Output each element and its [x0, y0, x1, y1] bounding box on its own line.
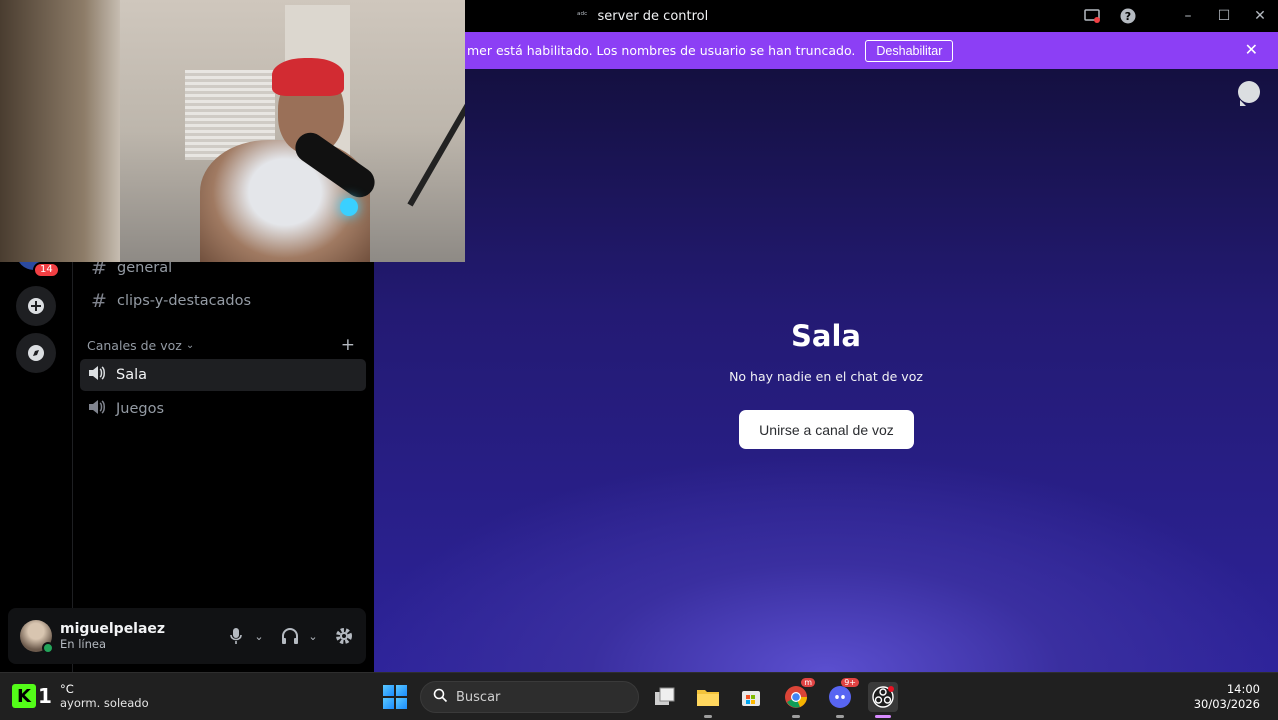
weather-widget[interactable]: K 1 °C ayorm. soleado [12, 682, 149, 710]
explore-icon[interactable] [16, 333, 56, 373]
voice-channel-view: Sala No hay nadie en el chat de voz Unir… [374, 69, 1278, 672]
channel-clips-y-destacados[interactable]: # clips-y-destacados [87, 285, 372, 317]
minimize-icon[interactable]: – [1170, 0, 1206, 32]
voice-channel-label: Sala [116, 367, 148, 383]
webcam-red-cap [272, 58, 344, 96]
channel-label: clips-y-destacados [117, 293, 252, 309]
kick-count: 1 [38, 684, 52, 708]
user-panel: miguelpelaez En línea ⌄ ⌄ [8, 608, 366, 664]
weather-temp: °C [60, 682, 74, 696]
add-channel-icon[interactable]: + [341, 335, 355, 355]
close-notice-icon[interactable]: ✕ [1245, 40, 1258, 59]
discord-badge: 9+ [841, 678, 859, 687]
search-placeholder: Buscar [456, 689, 501, 705]
windows-start-icon[interactable] [383, 685, 407, 709]
mention-badge: 14 [33, 262, 60, 278]
maximize-icon[interactable]: ☐ [1206, 0, 1242, 32]
taskbar-search[interactable]: Buscar [420, 681, 639, 713]
webcam-mic-arm [407, 99, 465, 207]
kick-icon: K [12, 684, 36, 708]
discord-icon[interactable]: 9+ [825, 678, 859, 718]
user-status: En línea [60, 637, 107, 651]
voice-channel-sala[interactable]: Sala [80, 359, 366, 391]
webcam-overlay [0, 0, 465, 262]
online-status-dot [42, 642, 54, 654]
active-indicator [875, 715, 891, 718]
running-indicator [792, 715, 800, 718]
hash-icon: # [91, 290, 107, 312]
channel-label: general [117, 260, 173, 276]
window-title: server de control [597, 8, 709, 24]
window-title-area: ᵃᵈᶜ server de control [577, 0, 708, 32]
title-bar: ᵃᵈᶜ server de control ? – ☐ ✕ [465, 0, 1278, 32]
gear-icon[interactable] [332, 622, 356, 650]
voice-category-header[interactable]: Canales de voz ⌄ + [87, 335, 355, 355]
username: miguelpelaez [60, 621, 166, 637]
help-icon[interactable]: ? [1110, 0, 1146, 32]
chevron-down-icon[interactable]: ⌄ [252, 622, 266, 650]
clock-time: 14:00 [1226, 682, 1260, 696]
speaker-icon [88, 365, 110, 385]
speaker-icon [88, 399, 110, 419]
join-voice-button[interactable]: Unirse a canal de voz [739, 410, 914, 449]
search-icon [433, 688, 448, 707]
chevron-down-icon[interactable]: ⌄ [306, 622, 320, 650]
add-server-icon[interactable] [16, 286, 56, 326]
chrome-icon[interactable]: m [781, 678, 815, 718]
avatar[interactable] [20, 620, 54, 654]
user-controls: ⌄ ⌄ [224, 622, 356, 650]
screen-share-icon[interactable] [1074, 0, 1110, 32]
user-info[interactable]: miguelpelaez En línea [60, 621, 165, 651]
running-indicator [704, 715, 712, 718]
headphones-icon[interactable] [278, 622, 302, 650]
running-indicator [836, 715, 844, 718]
system-clock[interactable]: 14:00 30/03/2026 [1194, 682, 1260, 712]
chrome-badge: m [801, 678, 815, 687]
category-label: Canales de voz [87, 337, 182, 353]
title-bar-controls: ? – ☐ ✕ [1074, 0, 1278, 32]
voice-room-subtitle: No hay nadie en el chat de voz [729, 369, 923, 384]
chat-bubble-icon[interactable] [1238, 81, 1260, 106]
microsoft-store-icon[interactable] [736, 682, 766, 712]
chevron-down-icon: ⌄ [185, 339, 195, 351]
clock-date: 30/03/2026 [1193, 697, 1260, 711]
close-window-icon[interactable]: ✕ [1242, 0, 1278, 32]
weather-desc: ayorm. soleado [60, 696, 149, 710]
streamer-mode-notice: mer está habilitado. Los nombres de usua… [465, 32, 1278, 69]
disable-button[interactable]: Deshabilitar [865, 39, 954, 62]
webcam-mic-light [340, 198, 358, 216]
notice-message: mer está habilitado. Los nombres de usua… [467, 43, 856, 58]
server-logo-icon: ᵃᵈᶜ [577, 11, 588, 21]
voice-room-title: Sala [791, 319, 861, 353]
file-explorer-icon[interactable] [693, 682, 723, 718]
task-view-icon[interactable] [650, 682, 680, 712]
voice-channel-juegos[interactable]: Juegos [80, 393, 366, 425]
obs-icon[interactable] [868, 682, 898, 718]
taskbar: K 1 °C ayorm. soleado Buscar m 9+ 14:00 [0, 672, 1278, 720]
microphone-icon[interactable] [224, 622, 248, 650]
voice-channel-label: Juegos [116, 401, 165, 417]
webcam-shelf [0, 0, 120, 262]
svg-text:?: ? [1125, 10, 1131, 23]
